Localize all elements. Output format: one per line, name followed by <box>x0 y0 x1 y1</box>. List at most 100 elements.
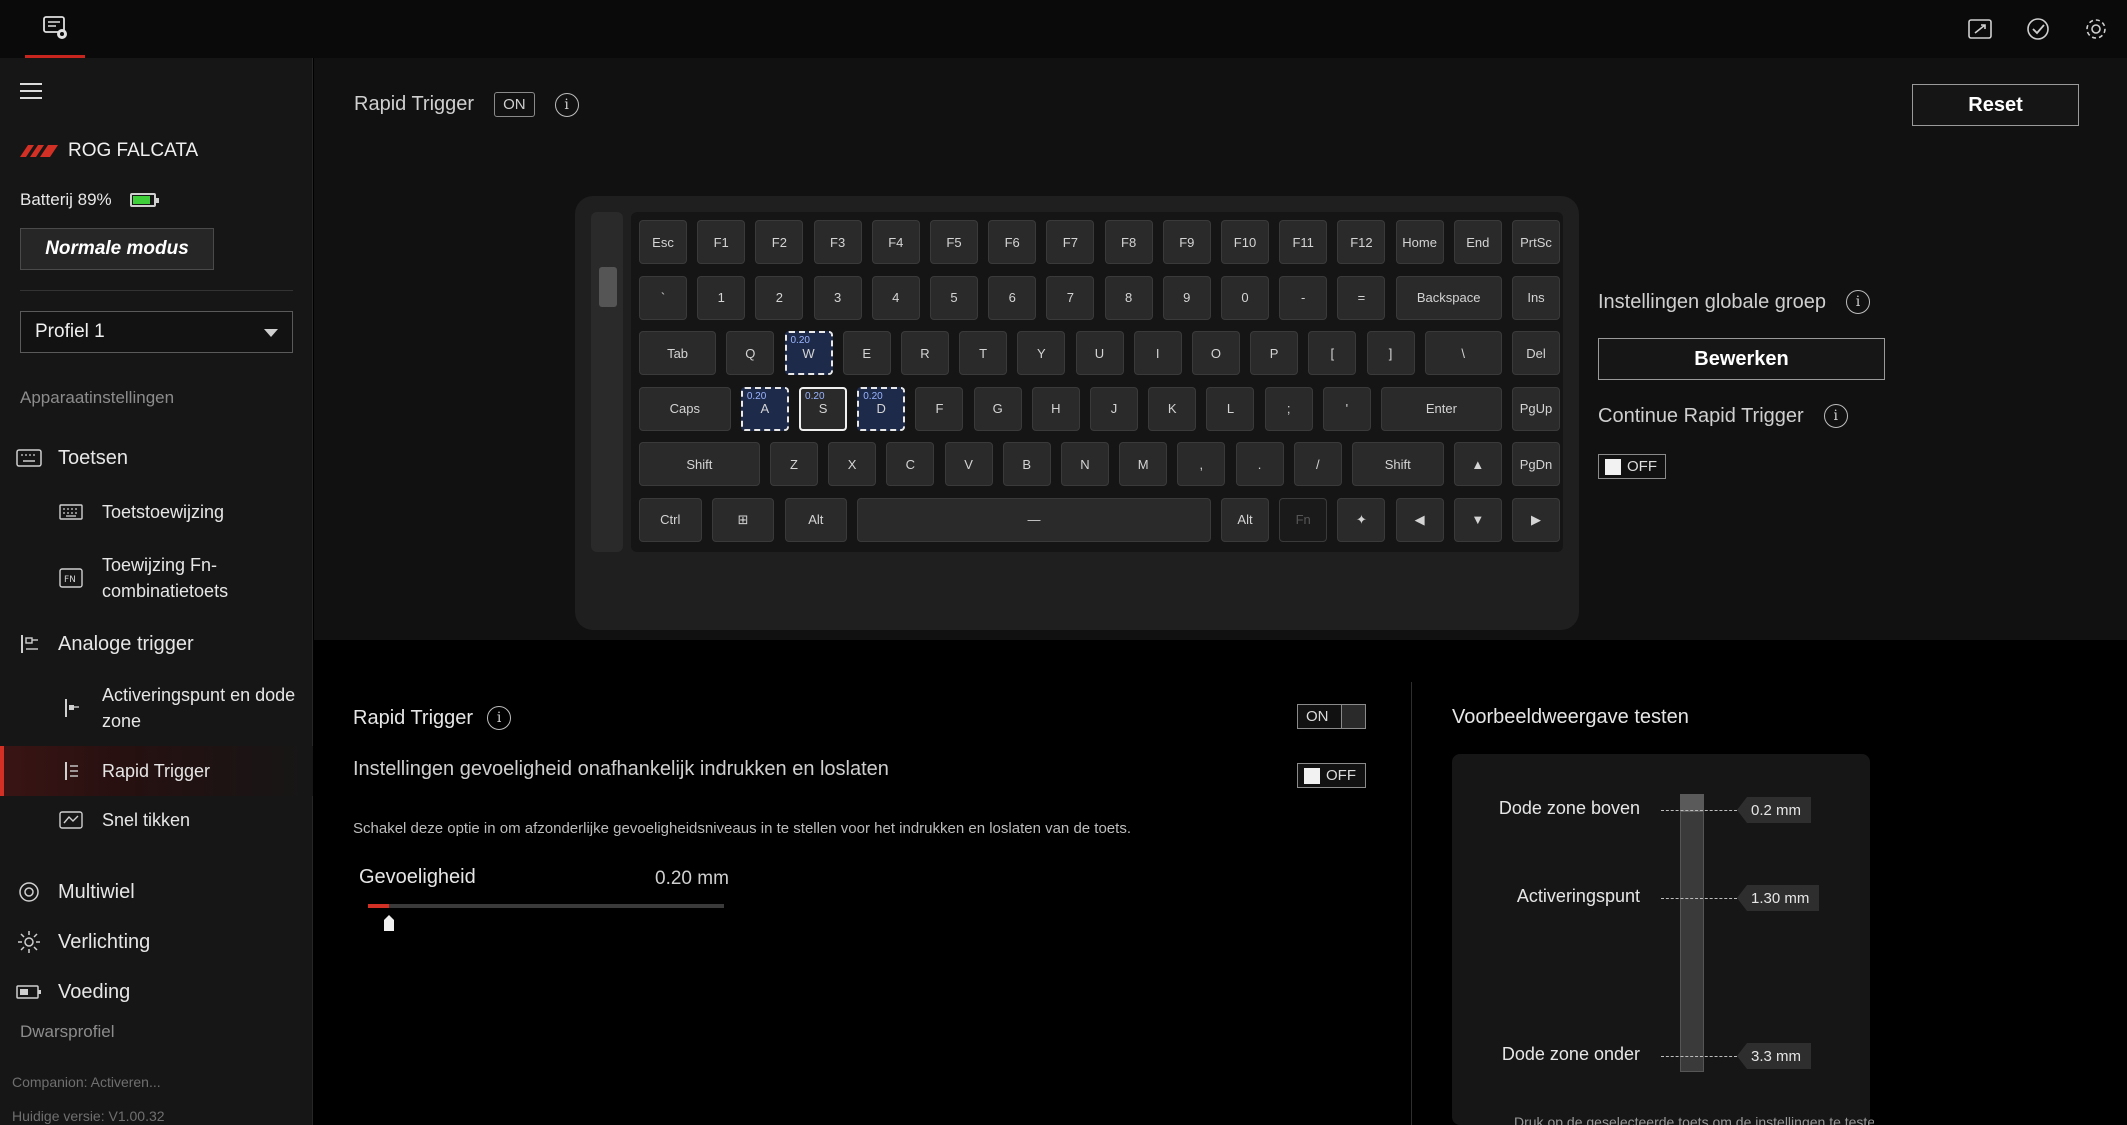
key-f8[interactable]: F8 <box>1104 220 1153 264</box>
key-0[interactable]: 0 <box>1221 275 1269 320</box>
multiwheel-knob[interactable] <box>599 267 617 307</box>
key-esc[interactable]: Esc <box>639 220 687 264</box>
key-caps[interactable]: Caps <box>639 386 731 431</box>
key-3[interactable]: 3 <box>813 275 862 320</box>
info-icon[interactable]: i <box>1823 404 1848 428</box>
nav-fn-assignment[interactable]: FN Toewijzing Fn- combinatietoets <box>0 548 313 608</box>
key-7[interactable]: 7 <box>1046 275 1095 320</box>
key-sym1-11[interactable]: - <box>1279 275 1328 320</box>
key-4[interactable]: 4 <box>871 275 920 320</box>
key-sym4-8[interactable]: , <box>1177 442 1226 486</box>
key-fn[interactable]: Fn <box>1279 497 1328 542</box>
key-m[interactable]: M <box>1119 442 1168 486</box>
key-f9[interactable]: F9 <box>1162 220 1211 264</box>
key-f3[interactable]: F3 <box>813 220 862 264</box>
key-f12[interactable]: F12 <box>1337 220 1386 264</box>
key-sym5-1[interactable]: ⊞ <box>711 497 775 542</box>
key-q[interactable]: Q <box>726 331 775 375</box>
key-9[interactable]: 9 <box>1162 275 1211 320</box>
wireless-icon[interactable] <box>1967 17 1993 41</box>
key-sym4-9[interactable]: . <box>1235 442 1284 486</box>
key-c[interactable]: C <box>886 442 935 486</box>
key-t[interactable]: T <box>959 331 1008 375</box>
info-icon[interactable]: i <box>487 706 512 730</box>
key-1[interactable]: 1 <box>697 275 746 320</box>
key-f4[interactable]: F4 <box>871 220 920 264</box>
key-sym5-9[interactable]: ▶ <box>1512 497 1560 542</box>
key-ctrl[interactable]: Ctrl <box>639 497 702 542</box>
key-sym5-7[interactable]: ◀ <box>1395 497 1444 542</box>
key-sym2-13[interactable]: \ <box>1424 331 1502 375</box>
key-enter[interactable]: Enter <box>1381 386 1502 431</box>
key-prtsc[interactable]: PrtSc <box>1512 220 1560 264</box>
normal-mode-button[interactable]: Normale modus <box>20 228 214 270</box>
key-e[interactable]: E <box>842 331 891 375</box>
key-alt[interactable]: Alt <box>784 497 848 542</box>
key-sym4-10[interactable]: / <box>1293 442 1342 486</box>
key-b[interactable]: B <box>1002 442 1051 486</box>
key-6[interactable]: 6 <box>988 275 1037 320</box>
key-shift[interactable]: Shift <box>639 442 760 486</box>
key-sym3-10[interactable]: ; <box>1264 386 1313 431</box>
key-sym5-6[interactable]: ✦ <box>1337 497 1386 542</box>
key-sym5-3[interactable]: — <box>857 497 1211 542</box>
key-8[interactable]: 8 <box>1104 275 1153 320</box>
nav-analog-trigger[interactable]: Analoge trigger <box>0 622 313 666</box>
key-2[interactable]: 2 <box>755 275 804 320</box>
key-del[interactable]: Del <box>1512 331 1560 375</box>
separate-sensitivity-toggle[interactable]: OFF <box>1297 763 1366 788</box>
key-w[interactable]: W 0.20 <box>784 331 833 375</box>
key-end[interactable]: End <box>1453 220 1502 264</box>
key-x[interactable]: X <box>828 442 877 486</box>
nav-multiwheel[interactable]: Multiwiel <box>0 870 313 914</box>
key-5[interactable]: 5 <box>930 275 978 320</box>
nav-power[interactable]: Voeding <box>0 970 313 1014</box>
info-icon[interactable]: i <box>1845 290 1870 314</box>
key-l[interactable]: L <box>1206 386 1255 431</box>
key-k[interactable]: K <box>1148 386 1197 431</box>
key-f10[interactable]: F10 <box>1221 220 1269 264</box>
sensitivity-slider[interactable] <box>368 904 724 908</box>
key-u[interactable]: U <box>1075 331 1124 375</box>
key-h[interactable]: H <box>1031 386 1080 431</box>
key-v[interactable]: V <box>944 442 993 486</box>
profile-select[interactable]: Profiel 1 <box>20 311 293 353</box>
key-r[interactable]: R <box>900 331 949 375</box>
key-f6[interactable]: F6 <box>988 220 1037 264</box>
key-n[interactable]: N <box>1060 442 1109 486</box>
nav-rapid-trigger[interactable]: Rapid Trigger <box>0 746 313 796</box>
sensitivity-slider-thumb[interactable] <box>383 914 395 932</box>
key-f5[interactable]: F5 <box>930 220 978 264</box>
check-sync-icon[interactable] <box>2025 16 2051 42</box>
key-pgup[interactable]: PgUp <box>1512 386 1560 431</box>
info-icon[interactable]: i <box>554 92 579 117</box>
key-f1[interactable]: F1 <box>697 220 746 264</box>
edit-button[interactable]: Bewerken <box>1598 338 1885 380</box>
key-p[interactable]: P <box>1250 331 1299 375</box>
reset-button[interactable]: Reset <box>1912 84 2079 126</box>
app-home-tab[interactable] <box>25 0 85 58</box>
key-ins[interactable]: Ins <box>1512 275 1560 320</box>
key-sym4-12[interactable]: ▲ <box>1453 442 1502 486</box>
key-shift[interactable]: Shift <box>1351 442 1444 486</box>
nav-key-assignment[interactable]: Toetstoewijzing <box>0 490 313 534</box>
key-tab[interactable]: Tab <box>639 331 717 375</box>
key-f[interactable]: F <box>915 386 964 431</box>
key-sym5-8[interactable]: ▼ <box>1453 497 1502 542</box>
key-a[interactable]: A 0.20 <box>740 386 789 431</box>
key-f2[interactable]: F2 <box>755 220 804 264</box>
settings-gear-icon[interactable] <box>2083 16 2109 42</box>
key-alt[interactable]: Alt <box>1221 497 1269 542</box>
key-i[interactable]: I <box>1133 331 1182 375</box>
key-f7[interactable]: F7 <box>1046 220 1095 264</box>
nav-lighting[interactable]: Verlichting <box>0 920 313 964</box>
key-z[interactable]: Z <box>769 442 818 486</box>
key-sym1-0[interactable]: ` <box>639 275 687 320</box>
key-home[interactable]: Home <box>1395 220 1444 264</box>
key-backspace[interactable]: Backspace <box>1395 275 1502 320</box>
key-sym3-11[interactable]: ' <box>1322 386 1371 431</box>
key-g[interactable]: G <box>973 386 1022 431</box>
nav-actuation-point[interactable]: Activeringspunt en dode zone <box>0 678 313 738</box>
key-d[interactable]: D 0.20 <box>857 386 906 431</box>
nav-quick-tap[interactable]: Snel tikken <box>0 798 313 842</box>
